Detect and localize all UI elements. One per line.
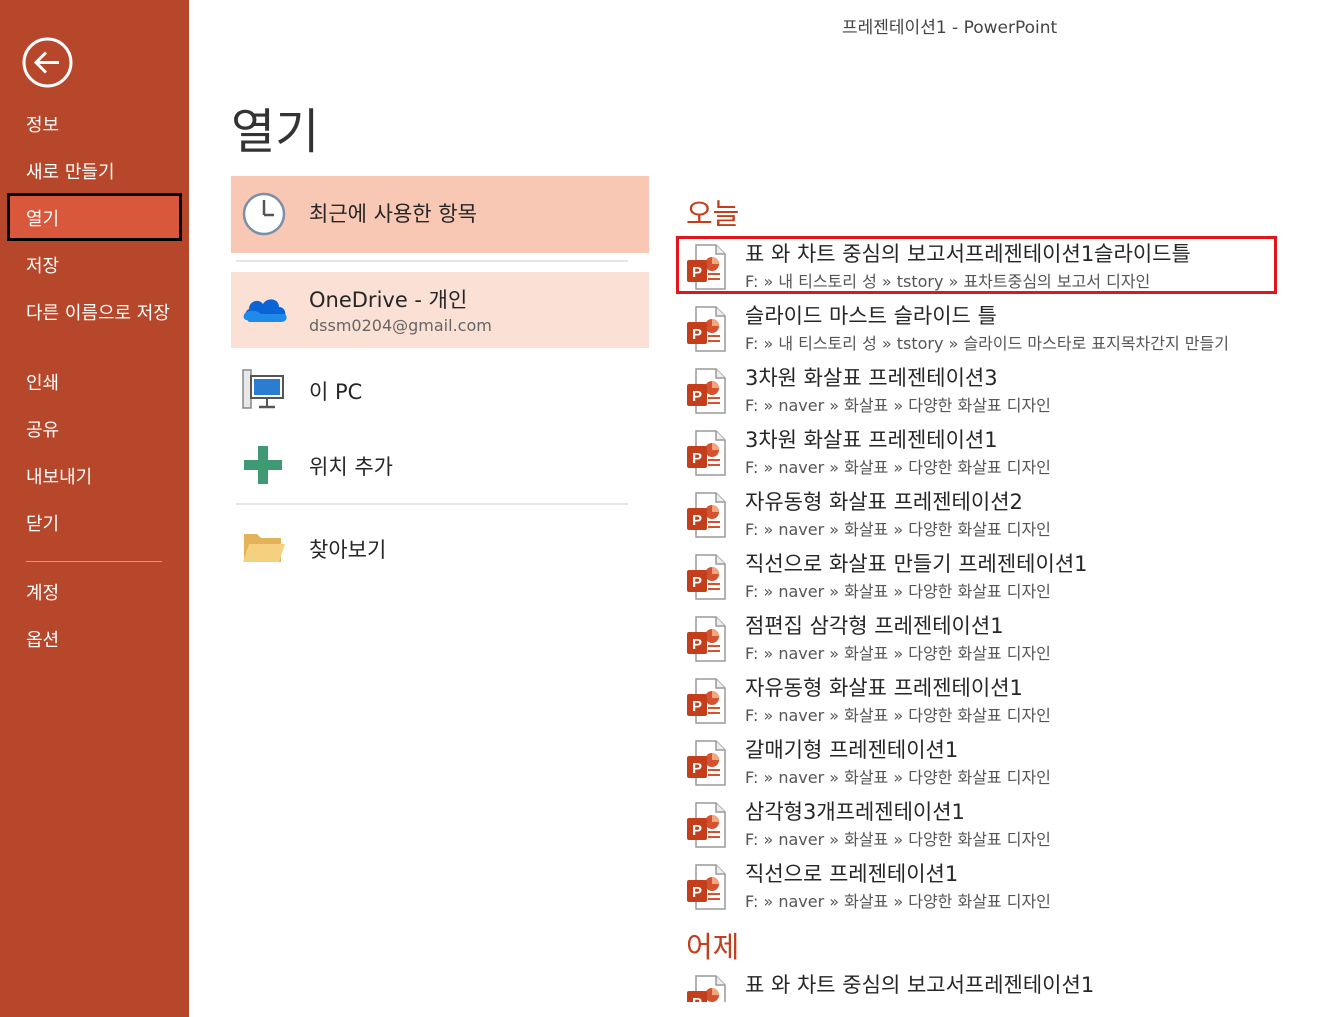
recent-file-item[interactable]: P 직선으로 화살표 만들기 프레젠테이션1 F: » naver » 화살표 » …	[686, 548, 1316, 608]
list-clip-region: P 표 와 차트 중심의 보고서프레젠테이션1	[676, 960, 1327, 1002]
file-name: 점편집 삼각형 프레젠테이션1	[745, 614, 1004, 638]
powerpoint-file-icon: P	[686, 616, 726, 666]
file-name: 슬라이드 마스트 슬라이드 틀	[745, 304, 997, 328]
file-path: F: » naver » 화살표 » 다양한 화살표 디자인	[745, 830, 1051, 849]
location-recent[interactable]: 최근에 사용한 항목	[231, 176, 649, 253]
recent-file-item[interactable]: P 표 와 차트 중심의 보고서프레젠테이션1	[686, 969, 1316, 1002]
file-path: F: » naver » 화살표 » 다양한 화살표 디자인	[745, 520, 1051, 539]
file-path: F: » 내 티스토리 성 » tstory » 슬라이드 마스타로 표지목차간…	[745, 334, 1229, 353]
svg-text:P: P	[692, 995, 702, 1002]
location-label: 위치 추가	[309, 455, 393, 479]
recent-file-item[interactable]: P 3차원 화살표 프레젠테이션3 F: » naver » 화살표 » 다양한 화…	[686, 362, 1316, 422]
back-arrow-icon	[22, 37, 73, 88]
sidebar-item-export[interactable]: 내보내기	[26, 466, 92, 490]
sidebar-item-account[interactable]: 계정	[26, 582, 59, 606]
powerpoint-file-icon: P	[686, 864, 726, 914]
location-add-place[interactable]: 위치 추가	[231, 430, 649, 500]
file-path: F: » 내 티스토리 성 » tstory » 표차트중심의 보고서 디자인	[745, 272, 1151, 291]
recent-file-item[interactable]: P 삼각형3개프레젠테이션1 F: » naver » 화살표 » 다양한 화살표 …	[686, 796, 1316, 856]
computer-icon	[242, 369, 284, 409]
svg-text:P: P	[692, 884, 702, 901]
powerpoint-file-icon: P	[686, 678, 726, 728]
sidebar-divider	[26, 561, 162, 562]
location-label: OneDrive - 개인	[309, 288, 468, 312]
recent-file-item[interactable]: P 직선으로 프레젠테이션1 F: » naver » 화살표 » 다양한 화살표 …	[686, 858, 1316, 918]
file-path: F: » naver » 화살표 » 다양한 화살표 디자인	[745, 768, 1051, 787]
file-name: 3차원 화살표 프레젠테이션3	[745, 366, 998, 390]
file-path: F: » naver » 화살표 » 다양한 화살표 디자인	[745, 706, 1051, 725]
recent-file-item[interactable]: P 갈매기형 프레젠테이션1 F: » naver » 화살표 » 다양한 화살표 …	[686, 734, 1316, 794]
powerpoint-file-icon: P	[686, 244, 726, 294]
svg-text:P: P	[692, 574, 702, 591]
file-name: 자유동형 화살표 프레젠테이션2	[745, 490, 1023, 514]
backstage-sidebar: 정보 새로 만들기 열기 저장 다른 이름으로 저장 인쇄 공유 내보내기 닫기…	[0, 0, 189, 1017]
location-account: dssm0204@gmail.com	[309, 316, 492, 335]
svg-text:P: P	[692, 450, 702, 467]
file-name: 자유동형 화살표 프레젠테이션1	[745, 676, 1023, 700]
svg-text:P: P	[692, 822, 702, 839]
recent-file-item[interactable]: P 슬라이드 마스트 슬라이드 틀 F: » 내 티스토리 성 » tstory »…	[686, 300, 1316, 360]
powerpoint-file-icon: P	[686, 802, 726, 852]
recent-file-item[interactable]: P 자유동형 화살표 프레젠테이션2 F: » naver » 화살표 » 다양한 …	[686, 486, 1316, 546]
recent-file-item[interactable]: P 표 와 차트 중심의 보고서프레젠테이션1슬라이드틀 F: » 내 티스토리 성…	[686, 238, 1316, 298]
file-name: 3차원 화살표 프레젠테이션1	[745, 428, 998, 452]
sidebar-item-options[interactable]: 옵션	[26, 629, 59, 653]
powerpoint-file-icon: P	[686, 368, 726, 418]
sidebar-item-close[interactable]: 닫기	[26, 513, 59, 537]
location-label: 찾아보기	[309, 538, 387, 562]
location-onedrive[interactable]: OneDrive - 개인 dssm0204@gmail.com	[231, 272, 649, 348]
file-path: F: » naver » 화살표 » 다양한 화살표 디자인	[745, 582, 1051, 601]
file-name: 직선으로 화살표 만들기 프레젠테이션1	[745, 552, 1088, 576]
location-divider	[236, 260, 628, 262]
sidebar-item-new[interactable]: 새로 만들기	[26, 161, 115, 185]
back-button[interactable]	[22, 37, 73, 88]
powerpoint-file-icon: P	[686, 740, 726, 790]
sidebar-item-save-as[interactable]: 다른 이름으로 저장	[26, 302, 176, 326]
powerpoint-file-icon: P	[686, 975, 726, 1002]
svg-text:P: P	[692, 760, 702, 777]
location-divider	[236, 503, 628, 505]
file-name: 표 와 차트 중심의 보고서프레젠테이션1	[745, 973, 1095, 997]
powerpoint-file-icon: P	[686, 430, 726, 480]
page-title: 열기	[231, 104, 320, 160]
sidebar-item-save[interactable]: 저장	[26, 255, 59, 279]
folder-icon	[243, 534, 285, 562]
location-label: 최근에 사용한 항목	[309, 202, 477, 226]
powerpoint-file-icon: P	[686, 554, 726, 604]
svg-text:P: P	[692, 264, 702, 281]
powerpoint-file-icon: P	[686, 306, 726, 356]
powerpoint-file-icon: P	[686, 492, 726, 542]
svg-text:P: P	[692, 636, 702, 653]
svg-text:P: P	[692, 512, 702, 529]
file-path: F: » naver » 화살표 » 다양한 화살표 디자인	[745, 458, 1051, 477]
location-label: 이 PC	[309, 380, 363, 404]
file-name: 삼각형3개프레젠테이션1	[745, 800, 965, 824]
plus-icon	[244, 446, 282, 484]
svg-text:P: P	[692, 388, 702, 405]
file-name: 직선으로 프레젠테이션1	[745, 862, 959, 886]
sidebar-item-info[interactable]: 정보	[26, 114, 59, 138]
recent-file-item[interactable]: P 점편집 삼각형 프레젠테이션1 F: » naver » 화살표 » 다양한 화…	[686, 610, 1316, 670]
sidebar-item-print[interactable]: 인쇄	[26, 372, 59, 396]
file-path: F: » naver » 화살표 » 다양한 화살표 디자인	[745, 892, 1051, 911]
location-browse[interactable]: 찾아보기	[231, 514, 649, 584]
file-name: 갈매기형 프레젠테이션1	[745, 738, 959, 762]
recent-file-item[interactable]: P 자유동형 화살표 프레젠테이션1 F: » naver » 화살표 » 다양한 …	[686, 672, 1316, 732]
onedrive-cloud-icon	[243, 299, 287, 322]
window-title: 프레젠테이션1 - PowerPoint	[842, 18, 1058, 38]
recent-file-item[interactable]: P 3차원 화살표 프레젠테이션1 F: » naver » 화살표 » 다양한 화…	[686, 424, 1316, 484]
clock-icon	[242, 192, 286, 236]
group-header-today: 오늘	[686, 197, 740, 231]
sidebar-item-open[interactable]: 열기	[26, 208, 59, 232]
file-path: F: » naver » 화살표 » 다양한 화살표 디자인	[745, 644, 1051, 663]
sidebar-item-share[interactable]: 공유	[26, 419, 59, 443]
location-this-pc[interactable]: 이 PC	[231, 356, 649, 426]
file-path: F: » naver » 화살표 » 다양한 화살표 디자인	[745, 396, 1051, 415]
svg-text:P: P	[692, 698, 702, 715]
file-name: 표 와 차트 중심의 보고서프레젠테이션1슬라이드틀	[745, 242, 1191, 266]
svg-text:P: P	[692, 326, 702, 343]
